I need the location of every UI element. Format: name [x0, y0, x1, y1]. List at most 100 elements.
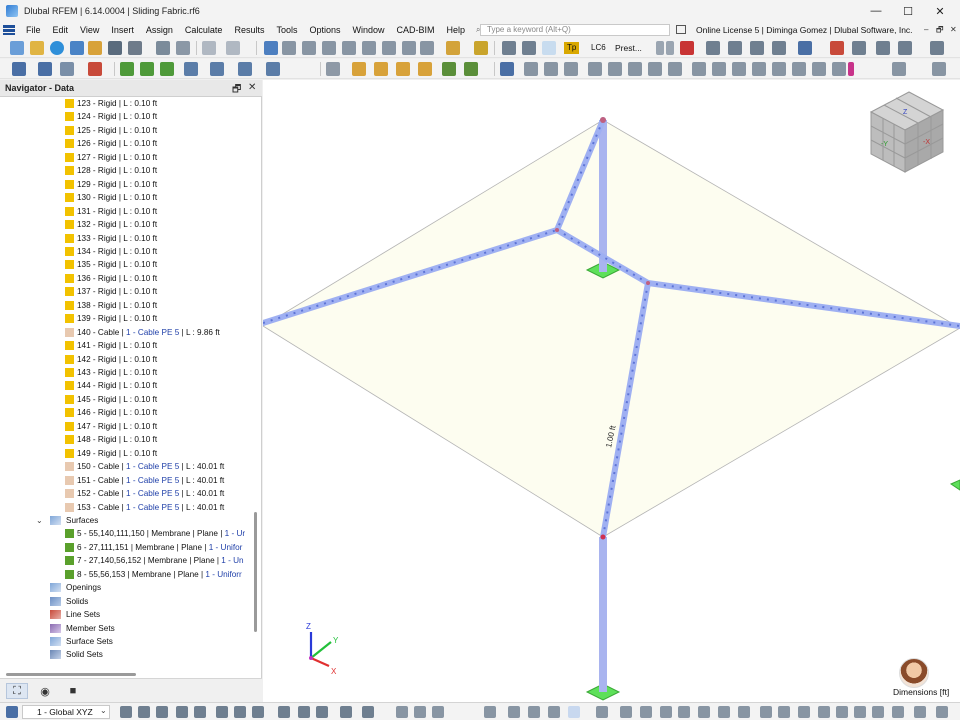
sb-tool-15-icon[interactable] [414, 706, 426, 718]
user-avatar[interactable] [899, 658, 929, 688]
tree-item-member[interactable]: 151 - Cable | 1 - Cable PE 5 | L : 40.01… [0, 474, 254, 487]
maximize-button[interactable]: ☐ [892, 0, 924, 22]
tree-item-member[interactable]: 152 - Cable | 1 - Cable PE 5 | L : 40.01… [0, 487, 254, 500]
load-node-icon[interactable] [184, 62, 198, 76]
sb-tool-9-icon[interactable] [278, 706, 290, 718]
dimension-arc-icon[interactable] [418, 62, 432, 76]
sb-tool-5-icon[interactable] [194, 706, 206, 718]
tree-item-member[interactable]: 123 - Rigid | L : 0.10 ft [0, 97, 254, 110]
ortho-angle-icon[interactable] [818, 706, 830, 718]
node-left[interactable] [555, 228, 559, 232]
tree-item-member[interactable]: 139 - Rigid | L : 0.10 ft [0, 312, 254, 325]
tree-item-surface[interactable]: 5 - 55,140,111,150 | Membrane | Plane | … [0, 527, 254, 540]
hinge-icon[interactable] [140, 62, 154, 76]
mast-top[interactable] [599, 120, 607, 272]
snap-active-icon[interactable] [568, 706, 580, 718]
square-icon[interactable] [778, 706, 790, 718]
render-icon[interactable] [342, 41, 356, 55]
tree-folder-openings[interactable]: Openings [0, 581, 254, 594]
filter-icon[interactable] [402, 41, 416, 55]
tab-views-icon[interactable]: ■ [62, 683, 84, 699]
align-icon[interactable] [692, 62, 706, 76]
menu-assign[interactable]: Assign [140, 22, 179, 38]
fillet-icon[interactable] [832, 62, 846, 76]
snap-object-icon[interactable] [508, 706, 520, 718]
tree-item-member[interactable]: 137 - Rigid | L : 0.10 ft [0, 285, 254, 298]
magnet-icon[interactable] [88, 62, 102, 76]
tree-item-member[interactable]: 126 - Rigid | L : 0.10 ft [0, 137, 254, 150]
sb-tool-4-icon[interactable] [176, 706, 188, 718]
menu-help[interactable]: Help [441, 22, 472, 38]
cross-square-icon[interactable] [798, 706, 810, 718]
tree-item-member[interactable]: 132 - Rigid | L : 0.10 ft [0, 218, 254, 231]
next-load-case-icon[interactable] [666, 41, 674, 55]
report-icon[interactable] [156, 41, 170, 55]
tree-folder-surface-sets[interactable]: Surface Sets [0, 635, 254, 648]
tree-item-member[interactable]: 143 - Rigid | L : 0.10 ft [0, 366, 254, 379]
grid-settings-icon[interactable] [892, 62, 906, 76]
search-input[interactable]: Type a keyword (Alt+Q) [480, 24, 670, 36]
cross-section-link[interactable]: 1 - Cable PE 5 [126, 476, 179, 485]
sb-tool-6-icon[interactable] [216, 706, 228, 718]
guide-line-icon[interactable] [442, 62, 456, 76]
support-right-icon[interactable] [949, 479, 960, 491]
texture-icon[interactable] [872, 706, 884, 718]
cross-section-link[interactable]: 1 - Cable PE 5 [126, 503, 179, 512]
snap-node-icon[interactable] [528, 706, 540, 718]
load-surface-icon[interactable] [238, 62, 252, 76]
delete-result-icon[interactable] [680, 41, 694, 55]
navigator-tree[interactable]: 123 - Rigid | L : 0.10 ft 124 - Rigid | L… [0, 97, 254, 669]
load-wizard-icon[interactable] [446, 41, 460, 55]
tab-display-icon[interactable]: ◉ [34, 683, 56, 699]
redo-icon[interactable] [226, 41, 240, 55]
load-case-combo[interactable]: Prest... [612, 41, 654, 55]
toolbar-options-icon[interactable] [930, 41, 944, 55]
minimize-button[interactable]: — [860, 0, 892, 22]
sb-tool-11-icon[interactable] [316, 706, 328, 718]
tree-item-member[interactable]: 148 - Rigid | L : 0.10 ft [0, 433, 254, 446]
tree-item-member[interactable]: 124 - Rigid | L : 0.10 ft [0, 110, 254, 123]
extend-icon[interactable] [812, 62, 826, 76]
tree-item-member[interactable]: 147 - Rigid | L : 0.10 ft [0, 420, 254, 433]
node-top[interactable] [600, 117, 606, 123]
tree-folder-solids[interactable]: Solids [0, 595, 254, 608]
deformation-icon[interactable] [522, 41, 536, 55]
tree-item-member[interactable]: 125 - Rigid | L : 0.10 ft [0, 124, 254, 137]
node-icon[interactable] [12, 62, 26, 76]
loading-color-icon[interactable] [542, 41, 556, 55]
offset-icon[interactable] [752, 62, 766, 76]
menu-view[interactable]: View [74, 22, 105, 38]
doc-close-button[interactable]: ✕ [950, 22, 957, 38]
open-icon[interactable] [88, 41, 102, 55]
sb-tool-13-icon[interactable] [362, 706, 374, 718]
sb-tool-2-icon[interactable] [138, 706, 150, 718]
tree-item-surface[interactable]: 7 - 27,140,56,152 | Membrane | Plane | 1… [0, 554, 254, 567]
rect-select-icon[interactable] [698, 706, 710, 718]
clipping-icon[interactable] [382, 41, 396, 55]
undo-icon[interactable] [202, 41, 216, 55]
line-icon[interactable] [38, 62, 52, 76]
support-result-icon[interactable] [750, 41, 764, 55]
ortho-icon[interactable] [596, 706, 608, 718]
layout-icon[interactable] [936, 706, 948, 718]
doc-restore-button[interactable]: 🗗 [936, 22, 944, 38]
chevron-down-icon[interactable]: ⌄ [100, 706, 107, 715]
model-icon[interactable] [70, 41, 84, 55]
node-bottom[interactable] [600, 534, 606, 540]
text-icon[interactable] [326, 62, 340, 76]
tree-item-member[interactable]: 130 - Rigid | L : 0.10 ft [0, 191, 254, 204]
menu-file[interactable]: File [20, 22, 47, 38]
node-right[interactable] [646, 281, 650, 285]
dimension-angular-icon[interactable] [396, 62, 410, 76]
menu-tools[interactable]: Tools [270, 22, 303, 38]
menu-results[interactable]: Results [228, 22, 270, 38]
tree-item-surface[interactable]: 8 - 55,56,153 | Membrane | Plane | 1 - U… [0, 568, 254, 581]
menu-options[interactable]: Options [303, 22, 346, 38]
tree-item-surface[interactable]: 6 - 27,111,151 | Membrane | Plane | 1 - … [0, 541, 254, 554]
menu-calculate[interactable]: Calculate [179, 22, 229, 38]
tree-item-member[interactable]: 135 - Rigid | L : 0.10 ft [0, 258, 254, 271]
sb-tool-16-icon[interactable] [432, 706, 444, 718]
sb-tool-10-icon[interactable] [298, 706, 310, 718]
print-icon[interactable] [128, 41, 142, 55]
surface-support-icon[interactable] [160, 62, 174, 76]
